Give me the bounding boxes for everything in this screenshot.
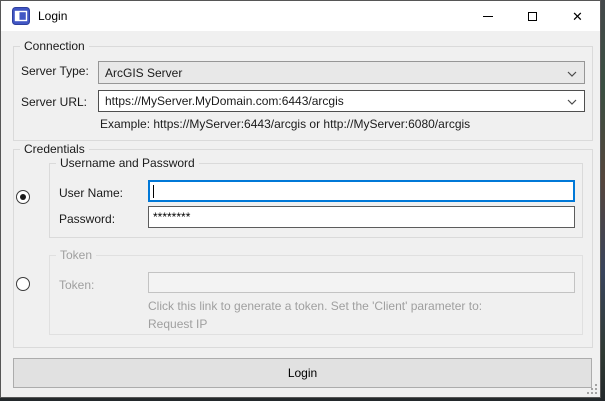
chevron-down-icon [567,99,577,105]
server-type-dropdown[interactable]: ArcGIS Server [98,61,585,84]
server-type-value: ArcGIS Server [105,66,182,80]
username-password-radio[interactable] [16,190,30,204]
token-hint-text: Click this link to generate a token. Set… [148,299,482,313]
request-ip-link: Request IP [148,317,207,331]
login-button-label: Login [288,366,317,380]
username-password-group-title: Username and Password [56,156,199,170]
chevron-down-icon [567,71,577,77]
login-dialog: Login ✕ Connection Server Type: ArcGIS S… [0,0,601,398]
server-url-combobox[interactable]: https://MyServer.MyDomain.com:6443/arcgi… [98,90,585,112]
maximize-icon [528,12,537,21]
server-url-example-text: Example: https://MyServer:6443/arcgis or… [100,117,470,131]
credentials-group-title: Credentials [20,142,89,156]
server-url-value: https://MyServer.MyDomain.com:6443/arcgi… [105,94,344,108]
login-button[interactable]: Login [13,358,592,388]
password-input[interactable] [148,206,575,228]
password-label: Password: [59,212,115,226]
token-label: Token: [59,278,94,292]
token-radio[interactable] [16,277,30,291]
server-url-label: Server URL: [21,95,87,109]
server-type-label: Server Type: [21,64,89,78]
minimize-icon [483,16,493,17]
maximize-button[interactable] [510,1,555,31]
token-group-title: Token [56,248,96,262]
user-name-input[interactable] [148,180,575,202]
connection-group-title: Connection [20,39,89,53]
user-name-label: User Name: [59,186,123,200]
minimize-button[interactable] [465,1,510,31]
app-icon [12,7,30,25]
window-title: Login [38,1,67,31]
resize-grip-icon[interactable] [584,381,597,394]
token-input [148,272,575,293]
text-caret [153,185,154,198]
radio-dot [20,194,26,200]
titlebar[interactable]: Login ✕ [1,1,600,31]
close-button[interactable]: ✕ [555,1,600,31]
close-icon: ✕ [572,10,583,23]
token-groupbox: Token [49,255,583,335]
